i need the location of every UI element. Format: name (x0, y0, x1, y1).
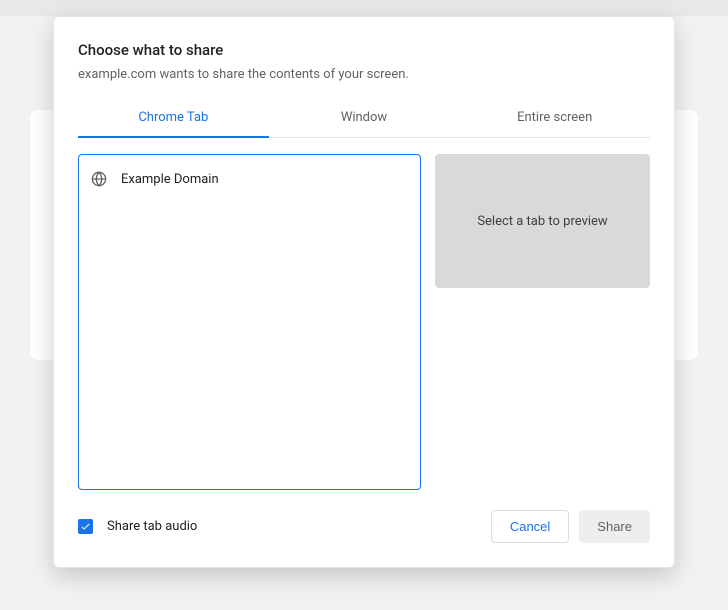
preview-panel: Select a tab to preview (435, 154, 650, 490)
browser-top-bar (0, 0, 728, 16)
content-area: Example Domain Select a tab to preview (78, 154, 650, 490)
globe-icon (91, 171, 107, 187)
share-audio-option[interactable]: Share tab audio (78, 519, 197, 534)
dialog-title: Choose what to share (78, 41, 650, 59)
share-tabs: Chrome Tab Window Entire screen (78, 100, 650, 138)
tab-window[interactable]: Window (269, 100, 460, 137)
preview-placeholder-text: Select a tab to preview (477, 214, 607, 229)
tab-list-item[interactable]: Example Domain (79, 161, 420, 197)
cancel-button[interactable]: Cancel (491, 510, 569, 543)
preview-placeholder: Select a tab to preview (435, 154, 650, 288)
tab-entire-screen[interactable]: Entire screen (459, 100, 650, 137)
dialog-footer: Share tab audio Cancel Share (78, 490, 650, 543)
tab-list-panel[interactable]: Example Domain (78, 154, 421, 490)
share-dialog: Choose what to share example.com wants t… (53, 16, 675, 568)
tab-chrome-tab[interactable]: Chrome Tab (78, 100, 269, 137)
share-audio-label: Share tab audio (107, 519, 197, 534)
dialog-subtitle: example.com wants to share the contents … (78, 67, 650, 82)
share-audio-checkbox[interactable] (78, 519, 93, 534)
share-button[interactable]: Share (579, 510, 650, 543)
dialog-buttons: Cancel Share (491, 510, 650, 543)
tab-list-item-label: Example Domain (121, 172, 219, 187)
check-icon (80, 521, 91, 532)
